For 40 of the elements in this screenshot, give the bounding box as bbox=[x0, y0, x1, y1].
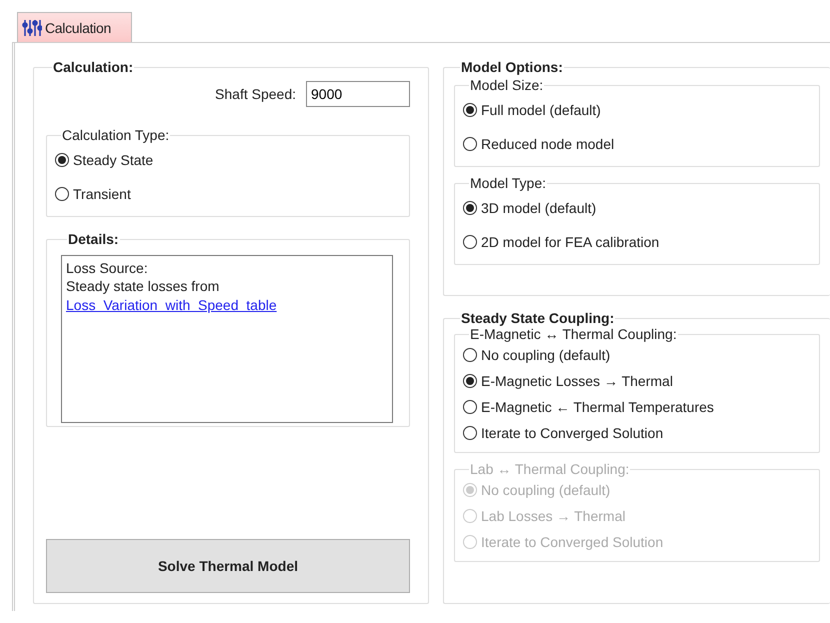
radio-button[interactable] bbox=[463, 201, 477, 215]
option-label: No coupling (default) bbox=[481, 347, 610, 363]
option-label: No coupling (default) bbox=[481, 482, 610, 498]
field-label: Shaft Speed: bbox=[215, 86, 296, 102]
option-label: E-Magnetic Losses → Thermal bbox=[481, 373, 673, 389]
radio-button[interactable] bbox=[463, 426, 477, 440]
details-line: Steady state losses from bbox=[66, 277, 220, 295]
option-label: Reduced node model bbox=[481, 136, 614, 152]
option-label: Lab Losses → Thermal bbox=[481, 508, 626, 524]
group-title: Calculation Type: bbox=[61, 127, 170, 143]
group-title: Steady State Coupling: bbox=[460, 310, 616, 326]
option-label: Full model (default) bbox=[481, 102, 601, 118]
radio-button[interactable] bbox=[463, 103, 477, 117]
radio-button[interactable] bbox=[55, 153, 69, 167]
option-label: E-Magnetic ← Thermal Temperatures bbox=[481, 399, 714, 415]
details-line: Loss Source: bbox=[66, 259, 149, 277]
solve-button[interactable]: Solve Thermal Model bbox=[46, 539, 410, 593]
radio-button[interactable] bbox=[463, 235, 477, 249]
speed-table-link[interactable]: Loss Variation with Speed table bbox=[66, 297, 277, 313]
option-label: 2D model for FEA calibration bbox=[481, 234, 660, 250]
radio-button[interactable] bbox=[463, 400, 477, 414]
group-title: E-Magnetic ↔ Thermal Coupling: bbox=[469, 326, 678, 342]
option-label: Iterate to Converged Solution bbox=[481, 534, 664, 550]
option-label: 3D model (default) bbox=[481, 200, 596, 216]
group-title: Model Type: bbox=[469, 175, 548, 191]
group-title: Lab ↔ Thermal Coupling: bbox=[469, 461, 630, 477]
calculation-tab[interactable]: Calculation bbox=[17, 12, 132, 42]
sliders-icon bbox=[22, 18, 42, 36]
option-label: Transient bbox=[73, 186, 131, 202]
option-label: Steady State bbox=[73, 152, 154, 168]
radio-button[interactable] bbox=[463, 137, 477, 151]
radio-button[interactable] bbox=[463, 348, 477, 362]
option-label: Iterate to Converged Solution bbox=[481, 425, 664, 441]
group-title: Details: bbox=[67, 231, 120, 247]
group-title: Model Options: bbox=[460, 59, 564, 75]
group-title: Calculation: bbox=[52, 59, 134, 75]
radio-button[interactable] bbox=[463, 374, 477, 388]
shaft-speed-field[interactable]: 9000 bbox=[306, 81, 410, 107]
group-title: Model Size: bbox=[469, 77, 544, 93]
radio-button[interactable] bbox=[55, 187, 69, 201]
